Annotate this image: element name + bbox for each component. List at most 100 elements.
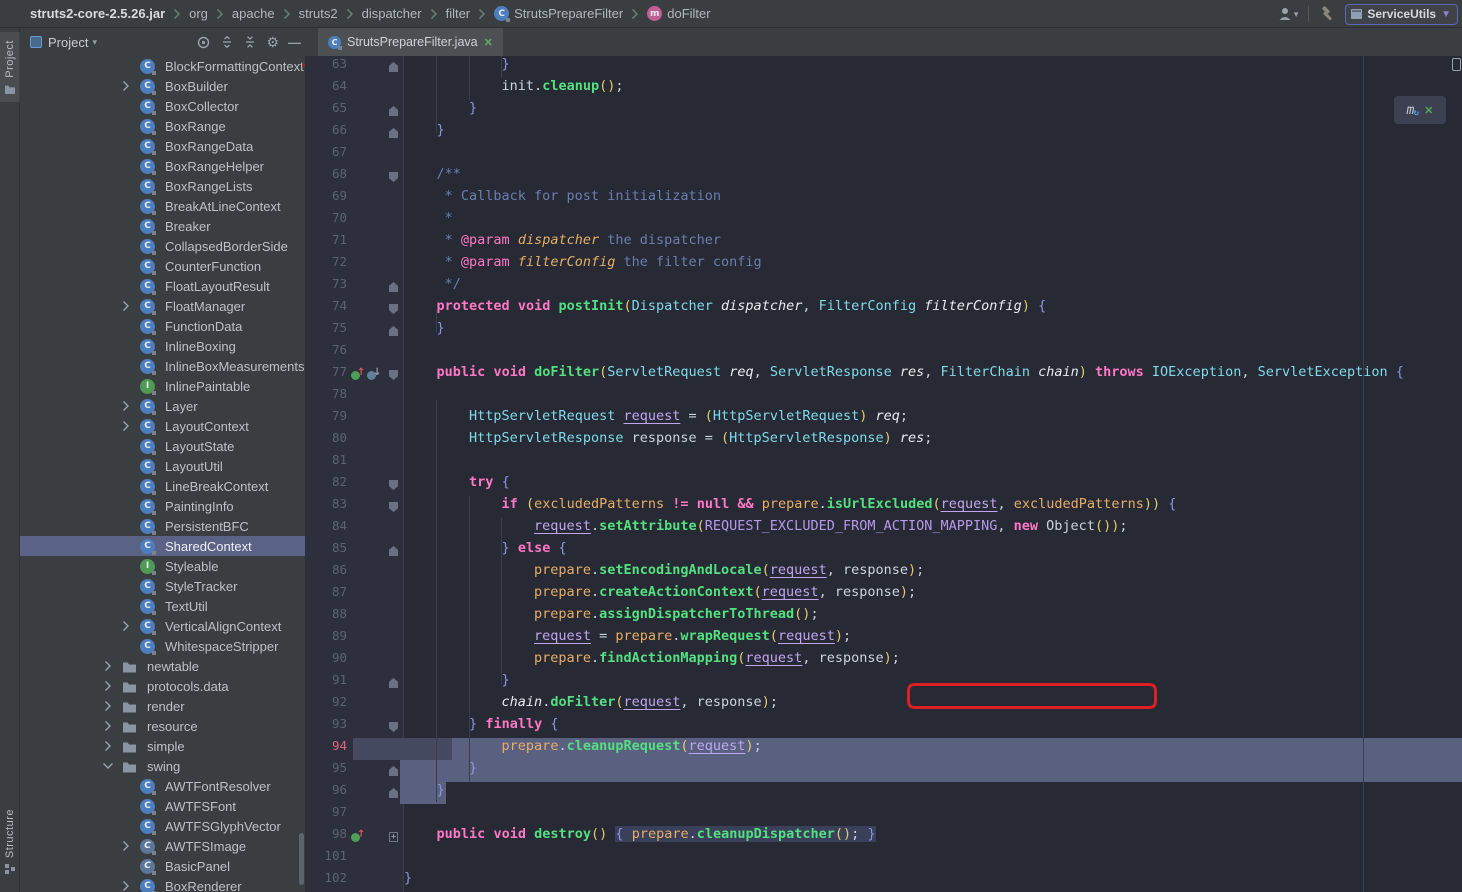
fold-marker[interactable] [389,722,398,732]
code-line-84[interactable]: request.setAttribute(REQUEST_EXCLUDED_FR… [404,518,1462,540]
chevron-collapsed-icon[interactable] [122,880,132,892]
code-line-91[interactable]: } [404,672,1462,694]
code-line-68[interactable]: /** [404,166,1462,188]
tree-item-awtfontresolver[interactable]: CAWTFontResolver [20,776,305,796]
tree-item-floatlayoutresult[interactable]: CFloatLayoutResult [20,276,305,296]
code-line-78[interactable] [404,386,1462,408]
chevron-collapsed-icon[interactable] [122,840,132,852]
tree-item-whitespacestripper[interactable]: CWhitespaceStripper [20,636,305,656]
breadcrumb-item[interactable]: apache [232,6,275,21]
code-line-98[interactable]: public void destroy() { prepare.cleanupD… [404,826,1462,848]
fold-marker[interactable] [389,678,398,688]
fold-marker[interactable] [389,502,398,512]
tree-item-resource[interactable]: resource [20,716,305,736]
breadcrumb-item[interactable]: org [189,6,208,21]
code-line-65[interactable]: } [404,100,1462,122]
fold-marker[interactable] [389,106,398,116]
tree-item-collapsedborderside[interactable]: CCollapsedBorderSide [20,236,305,256]
tree-item-boxrangelists[interactable]: CBoxRangeLists [20,176,305,196]
code-line-86[interactable]: prepare.setEncodingAndLocale(request, re… [404,562,1462,584]
tree-item-paintinginfo[interactable]: CPaintingInfo [20,496,305,516]
fold-marker[interactable] [389,788,398,798]
fold-marker[interactable] [389,480,398,490]
tree-item-breakatlinecontext[interactable]: CBreakAtLineContext [20,196,305,216]
code-line-92[interactable]: chain.doFilter(request, response); [404,694,1462,716]
code-line-82[interactable]: try { [404,474,1462,496]
fold-marker[interactable] [389,282,398,292]
implemented-method-icon[interactable]: ↓ [367,369,380,381]
code-line-85[interactable]: } else { [404,540,1462,562]
code-line-90[interactable]: prepare.findActionMapping(request, respo… [404,650,1462,672]
code-line-64[interactable]: init.cleanup(); [404,78,1462,100]
code-line-66[interactable]: } [404,122,1462,144]
tree-item-counterfunction[interactable]: CCounterFunction [20,256,305,276]
code-line-96[interactable]: } [404,782,1462,804]
chevron-collapsed-icon[interactable] [122,400,132,412]
expand-all-icon[interactable] [220,35,234,49]
code-editor[interactable]: 636465666768697071727374757677↑↓78798081… [305,56,1462,892]
tree-item-floatmanager[interactable]: CFloatManager [20,296,305,316]
tree-item-styleable[interactable]: IStyleable [20,556,305,576]
settings-gear-icon[interactable]: ⚙ [266,35,279,49]
code-line-88[interactable]: prepare.assignDispatcherToThread(); [404,606,1462,628]
fold-marker[interactable] [389,546,398,556]
tree-item-inlinepaintable[interactable]: IInlinePaintable [20,376,305,396]
tab-strutspreparefilter[interactable]: C StrutsPrepareFilter.java ✕ [318,28,503,56]
tree-item-persistentbfc[interactable]: CPersistentBFC [20,516,305,536]
tree-item-swing[interactable]: swing [20,756,305,776]
breadcrumb-item[interactable]: struts2 [299,6,338,21]
fold-marker[interactable] [389,172,398,182]
code-line-83[interactable]: if (excludedPatterns != null && prepare.… [404,496,1462,518]
tree-item-layer[interactable]: CLayer [20,396,305,416]
code-line-80[interactable]: HttpServletResponse response = (HttpServ… [404,430,1462,452]
code-line-102[interactable]: } [404,870,1462,892]
tree-item-awtfsimage[interactable]: CAWTFSImage [20,836,305,856]
chevron-down-icon[interactable]: ▾ [92,37,97,48]
code-line-70[interactable]: * [404,210,1462,232]
tree-item-breaker[interactable]: CBreaker [20,216,305,236]
chevron-collapsed-icon[interactable] [104,740,114,752]
code-line-67[interactable] [404,144,1462,166]
project-panel-title[interactable]: Project [48,35,88,50]
locate-file-icon[interactable] [196,35,211,50]
code-line-72[interactable]: * @param filterConfig the filter config [404,254,1462,276]
tree-item-blockformattingcontext[interactable]: CBlockFormattingContext [20,56,305,76]
code-line-73[interactable]: */ [404,276,1462,298]
toolwindow-structure-button[interactable]: Structure [0,803,20,880]
tree-item-sharedcontext[interactable]: CSharedContext [20,536,305,556]
breadcrumb-item[interactable]: dispatcher [362,6,422,21]
code-line-94[interactable]: prepare.cleanupRequest(request); [404,738,1462,760]
tree-item-render[interactable]: render [20,696,305,716]
code-line-77[interactable]: public void doFilter(ServletRequest req,… [404,364,1462,386]
fold-marker[interactable] [389,326,398,336]
code-line-79[interactable]: HttpServletRequest request = (HttpServle… [404,408,1462,430]
code-line-81[interactable] [404,452,1462,474]
tree-item-boxrangehelper[interactable]: CBoxRangeHelper [20,156,305,176]
tree-item-inlineboxing[interactable]: CInlineBoxing [20,336,305,356]
breadcrumb-item[interactable]: mdoFilter [647,6,710,21]
code-line-97[interactable] [404,804,1462,826]
chevron-collapsed-icon[interactable] [104,680,114,692]
hide-panel-icon[interactable]: — [288,35,301,50]
chevron-collapsed-icon[interactable] [122,620,132,632]
user-icon[interactable]: ▾ [1278,7,1299,21]
chevron-collapsed-icon[interactable] [122,80,132,92]
close-icon[interactable]: ✕ [484,36,493,49]
breadcrumb-item[interactable]: filter [446,6,471,21]
toolwindow-project-button[interactable]: Project [0,32,20,102]
tree-scrollbar[interactable] [299,833,304,885]
tree-item-textutil[interactable]: CTextUtil [20,596,305,616]
overrides-method-icon[interactable]: ↑ [351,831,364,843]
code-line-87[interactable]: prepare.createActionContext(request, res… [404,584,1462,606]
code-line-76[interactable] [404,342,1462,364]
chevron-collapsed-icon[interactable] [122,420,132,432]
tree-item-protocols.data[interactable]: protocols.data [20,676,305,696]
tree-item-newtable[interactable]: newtable [20,656,305,676]
tree-item-layoututil[interactable]: CLayoutUtil [20,456,305,476]
tree-item-layoutstate[interactable]: CLayoutState [20,436,305,456]
build-hammer-icon[interactable] [1319,6,1335,22]
code-line-71[interactable]: * @param dispatcher the dispatcher [404,232,1462,254]
chevron-collapsed-icon[interactable] [122,300,132,312]
fold-marker[interactable] [389,128,398,138]
close-icon[interactable]: ✕ [1424,104,1433,117]
